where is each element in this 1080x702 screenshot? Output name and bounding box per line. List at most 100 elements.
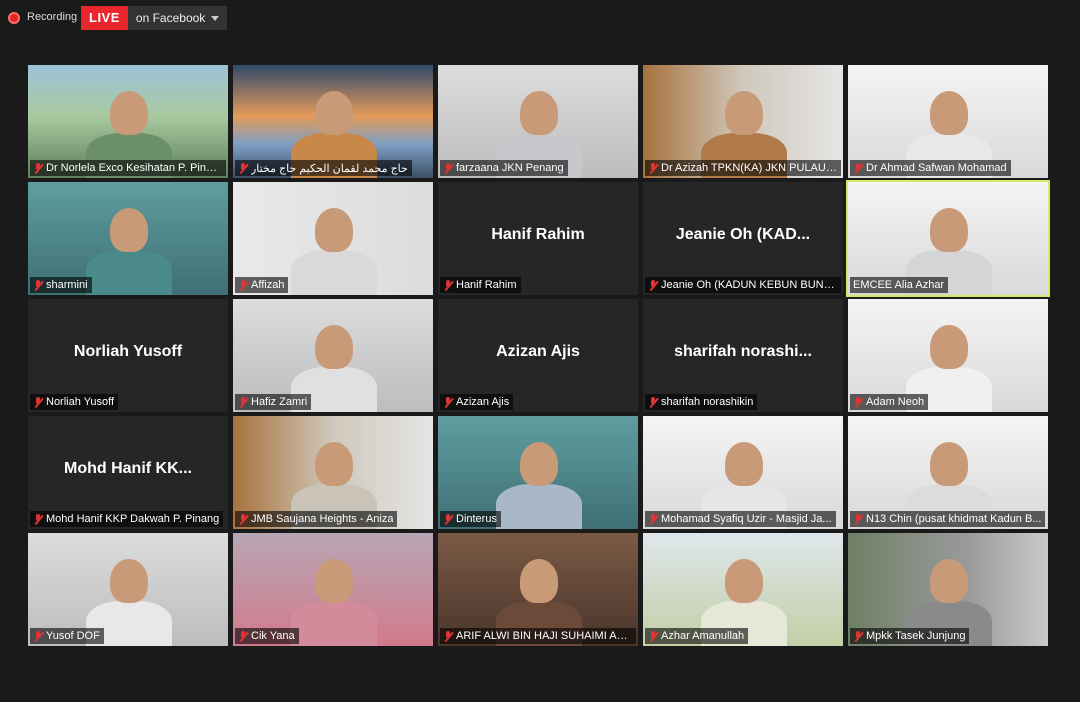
mic-muted-icon xyxy=(648,279,658,291)
participant-tile[interactable]: Jeanie Oh (KAD... Jeanie Oh (KADUN KEBUN … xyxy=(643,182,843,295)
participant-nameplate: Yusof DOF xyxy=(30,628,104,644)
participant-nameplate: N13 Chin (pusat khidmat Kadun B... xyxy=(850,511,1046,527)
participant-shoulders xyxy=(291,601,377,646)
participant-name: Mpkk Tasek Junjung xyxy=(866,630,966,642)
participant-name: JMB Saujana Heights - Aniza xyxy=(251,513,394,525)
participant-nameplate: Dr Ahmad Safwan Mohamad xyxy=(850,160,1011,176)
participant-silhouette xyxy=(725,91,763,135)
mic-muted-icon xyxy=(33,630,43,642)
participant-display-name: sharifah norashi... xyxy=(674,343,812,360)
live-destination-dropdown[interactable]: on Facebook xyxy=(127,6,228,30)
participant-nameplate: JMB Saujana Heights - Aniza xyxy=(235,511,398,527)
participant-name: EMCEE Alia Azhar xyxy=(853,279,945,291)
participant-shoulders xyxy=(291,250,377,295)
participant-silhouette xyxy=(520,559,558,603)
participant-nameplate: Hanif Rahim xyxy=(440,277,521,293)
participant-display-name: Norliah Yusoff xyxy=(73,343,183,360)
participant-name: Hanif Rahim xyxy=(456,279,517,291)
mic-muted-icon xyxy=(648,396,658,408)
participant-tile[interactable]: Dr Azizah TPKN(KA) JKN PULAU PI... xyxy=(643,65,843,178)
participant-tile[interactable]: Hafiz Zamri xyxy=(233,299,433,412)
mic-muted-icon xyxy=(33,162,43,174)
participant-silhouette xyxy=(110,559,148,603)
participant-tile[interactable]: JMB Saujana Heights - Aniza xyxy=(233,416,433,529)
participant-tile[interactable]: N13 Chin (pusat khidmat Kadun B... xyxy=(848,416,1048,529)
participant-tile[interactable]: farzaana JKN Penang xyxy=(438,65,638,178)
participant-nameplate: Cik Yana xyxy=(235,628,299,644)
mic-muted-icon xyxy=(238,279,248,291)
participant-name: Adam Neoh xyxy=(866,396,925,408)
participant-tile[interactable]: Azizan Ajis Azizan Ajis xyxy=(438,299,638,412)
mic-muted-icon xyxy=(853,162,863,174)
participant-nameplate: Dr Azizah TPKN(KA) JKN PULAU PI... xyxy=(645,160,841,176)
participant-name: Jeanie Oh (KADUN KEBUN BUNGA) xyxy=(661,279,837,291)
mic-muted-icon xyxy=(648,513,658,525)
participant-tile[interactable]: Dr Ahmad Safwan Mohamad xyxy=(848,65,1048,178)
mic-muted-icon xyxy=(238,396,248,408)
mic-muted-icon xyxy=(33,279,43,291)
participant-nameplate: sharifah norashikin xyxy=(645,394,758,410)
live-destination-label: on Facebook xyxy=(135,11,206,25)
participant-silhouette xyxy=(520,91,558,135)
recording-icon xyxy=(8,12,20,24)
participant-tile[interactable]: sharifah norashi... sharifah norashikin xyxy=(643,299,843,412)
mic-muted-icon xyxy=(443,396,453,408)
participant-silhouette xyxy=(315,208,353,252)
participant-silhouette xyxy=(930,442,968,486)
participant-tile[interactable]: Mohd Hanif KK... Mohd Hanif KKP Dakwah P.… xyxy=(28,416,228,529)
participant-name: N13 Chin (pusat khidmat Kadun B... xyxy=(866,513,1042,525)
mic-muted-icon xyxy=(238,630,248,642)
mic-muted-icon xyxy=(443,630,453,642)
participant-silhouette xyxy=(315,442,353,486)
participant-tile[interactable]: Azhar Amanullah xyxy=(643,533,843,646)
participant-tile[interactable]: Yusof DOF xyxy=(28,533,228,646)
participant-tile[interactable]: Dr Norlela Exco Kesihatan P. Pinang xyxy=(28,65,228,178)
participant-tile[interactable]: sharmini xyxy=(28,182,228,295)
gallery-view: Dr Norlela Exco Kesihatan P. Pinang حاج م… xyxy=(28,65,1052,649)
participant-tile[interactable]: Affizah xyxy=(233,182,433,295)
participant-silhouette xyxy=(520,442,558,486)
participant-nameplate: EMCEE Alia Azhar xyxy=(850,277,949,293)
mic-muted-icon xyxy=(443,162,453,174)
participant-tile[interactable]: حاج محمد لقمان الحكيم حاج مختار xyxy=(233,65,433,178)
chevron-down-icon xyxy=(211,15,220,21)
participant-silhouette xyxy=(110,91,148,135)
participant-nameplate: Mpkk Tasek Junjung xyxy=(850,628,970,644)
participant-silhouette xyxy=(930,91,968,135)
participant-nameplate: حاج محمد لقمان الحكيم حاج مختار xyxy=(235,160,412,176)
participant-tile[interactable]: EMCEE Alia Azhar xyxy=(846,180,1050,297)
participant-display-name: Hanif Rahim xyxy=(491,226,585,243)
mic-muted-icon xyxy=(853,513,863,525)
participant-nameplate: Norliah Yusoff xyxy=(30,394,119,410)
meeting-top-bar: Recording LIVE on Facebook xyxy=(0,0,1080,36)
participant-name: Dr Norlela Exco Kesihatan P. Pinang xyxy=(46,162,222,174)
participant-tile[interactable]: Cik Yana xyxy=(233,533,433,646)
participant-name: Hafiz Zamri xyxy=(251,396,308,408)
participant-name: Mohd Hanif KKP Dakwah P. Pinang xyxy=(46,513,220,525)
participant-tile[interactable]: Dinterus xyxy=(438,416,638,529)
participant-shoulders xyxy=(496,484,582,529)
participant-tile[interactable]: Mohamad Syafiq Uzir - Masjid Ja... xyxy=(643,416,843,529)
mic-muted-icon xyxy=(33,513,43,525)
participant-name: Norliah Yusoff xyxy=(46,396,115,408)
participant-name: Dr Ahmad Safwan Mohamad xyxy=(866,162,1007,174)
participant-nameplate: Azhar Amanullah xyxy=(645,628,749,644)
participant-tile[interactable]: Norliah Yusoff Norliah Yusoff xyxy=(28,299,228,412)
participant-tile[interactable]: ARIF ALWI BIN HAJI SUHAIMI ARI... xyxy=(438,533,638,646)
participant-name: sharifah norashikin xyxy=(661,396,754,408)
mic-muted-icon xyxy=(33,396,43,408)
participant-tile[interactable]: Mpkk Tasek Junjung xyxy=(848,533,1048,646)
participant-display-name: Jeanie Oh (KAD... xyxy=(675,226,811,243)
participant-nameplate: farzaana JKN Penang xyxy=(440,160,568,176)
participant-nameplate: Jeanie Oh (KADUN KEBUN BUNGA) xyxy=(645,277,841,293)
participant-name: ARIF ALWI BIN HAJI SUHAIMI ARI... xyxy=(456,630,632,642)
participant-name: حاج محمد لقمان الحكيم حاج مختار xyxy=(251,162,408,175)
live-badge: LIVE xyxy=(81,6,128,30)
participant-nameplate: Hafiz Zamri xyxy=(235,394,312,410)
mic-muted-icon xyxy=(238,513,248,525)
live-stream-control[interactable]: LIVE on Facebook xyxy=(81,6,228,30)
participant-silhouette xyxy=(725,559,763,603)
participant-name: Cik Yana xyxy=(251,630,295,642)
participant-tile[interactable]: Hanif Rahim Hanif Rahim xyxy=(438,182,638,295)
participant-tile[interactable]: Adam Neoh xyxy=(848,299,1048,412)
